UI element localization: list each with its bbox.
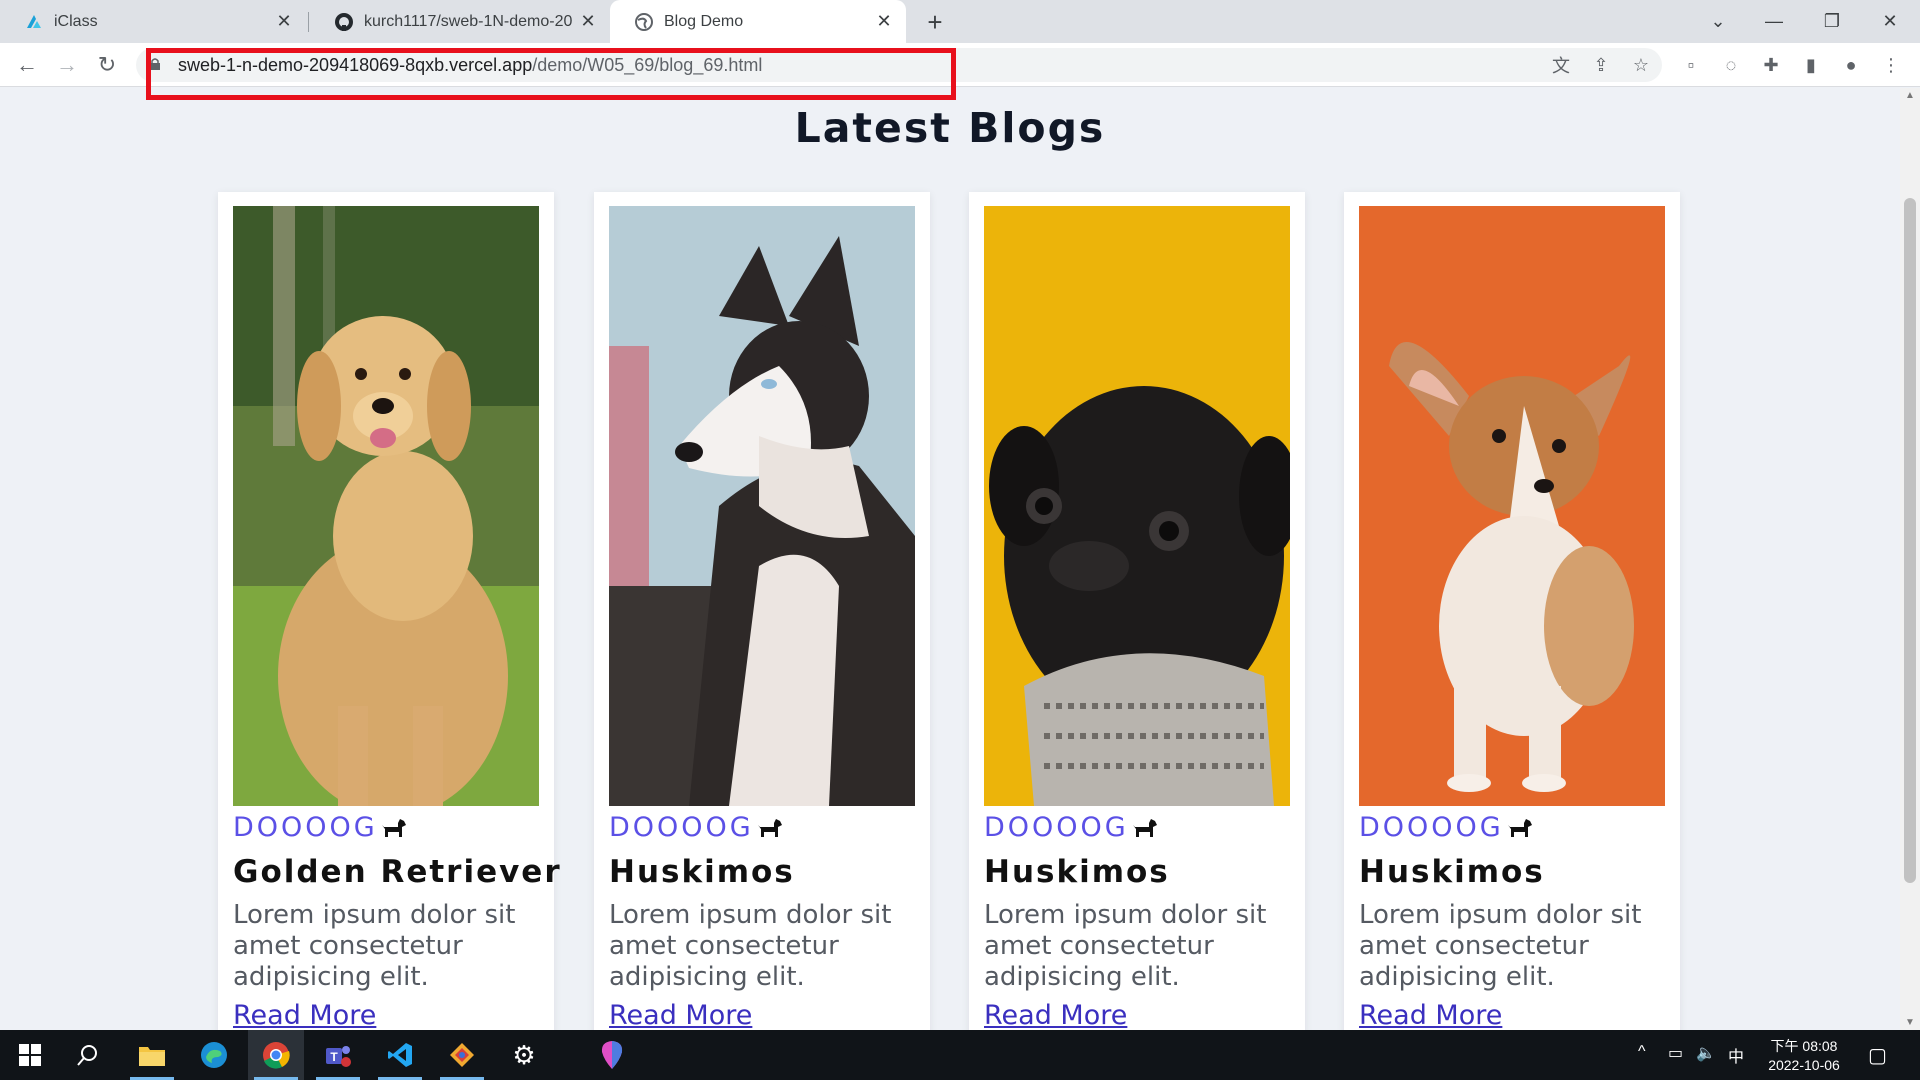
git-button[interactable] [434,1030,490,1080]
card-description: Lorem ipsum dolor sit amet consectetur a… [233,900,516,992]
blog-card: DOOOOG Huskimos Lorem ipsum dolor sit am… [1344,192,1680,1030]
tab-title: Blog Demo [664,12,744,30]
edge-icon [201,1042,227,1068]
extension-badge-icon[interactable]: ◌ [1716,50,1746,80]
back-button[interactable]: ← [12,50,42,80]
tab-search-icon[interactable]: ⌄ [1690,0,1746,43]
chevron-up-icon[interactable]: ^ [1638,1043,1646,1061]
svg-text:T: T [330,1050,338,1064]
blog-card: DOOOOG Huskimos Lorem ipsum dolor sit am… [969,192,1305,1030]
dog-icon [1132,818,1157,837]
dog-icon [1507,818,1532,837]
read-more-link[interactable]: Read More [609,1000,752,1030]
tab-iclass[interactable]: iClass ✕ [0,0,306,43]
minimize-button[interactable]: — [1746,0,1802,43]
scrollbar-thumb[interactable] [1904,198,1916,883]
tab-strip: iClass ✕ kurch1117/sweb-1N-demo-20 ✕ Blo… [0,0,1920,43]
network-icon[interactable]: ▭ [1668,1043,1683,1063]
card-tag-text: DOOOOG [233,812,378,843]
blog-card: DOOOOG Golden Retriever Lorem ipsum dolo… [218,192,560,1030]
card-tag: DOOOOG [233,812,408,843]
web-page: Latest Blogs DOOOOG Golden Retriever Lor… [0,88,1900,1030]
card-title: Huskimos [984,854,1170,890]
card-title: Huskimos [1359,854,1545,890]
dog-icon [757,818,782,837]
ime-indicator[interactable]: 中 [1728,1043,1744,1067]
read-more-link[interactable]: Read More [233,1000,376,1030]
git-diamond-icon [450,1043,474,1067]
card-title: Golden Retriever [233,854,562,890]
read-more-link[interactable]: Read More [1359,1000,1502,1030]
clock-date[interactable]: 2022-10-06 [1756,1057,1852,1073]
start-button[interactable] [2,1030,58,1080]
new-tab-button[interactable]: + [920,7,950,37]
card-tag-text: DOOOOG [984,812,1129,843]
maps-button[interactable] [584,1030,640,1080]
card-tag-text: DOOOOG [609,812,754,843]
tab-github[interactable]: kurch1117/sweb-1N-demo-20 ✕ [310,0,610,43]
iclass-icon [27,14,41,28]
card-description: Lorem ipsum dolor sit amet consectetur a… [984,900,1267,992]
close-icon[interactable]: ✕ [874,11,894,32]
card-tag: DOOOOG [984,812,1159,843]
golden-retriever-photo [233,206,539,806]
translate-icon[interactable]: 文 [1546,50,1576,80]
map-pin-icon [601,1041,623,1069]
vscode-icon [388,1043,412,1067]
teams-icon: T [326,1046,351,1067]
search-icon [77,1045,97,1066]
bookmark-star-icon[interactable]: ☆ [1626,50,1656,80]
close-window-button[interactable]: ✕ [1862,0,1918,43]
chrome-icon [263,1042,290,1069]
tab-blog-demo[interactable]: Blog Demo ✕ [610,0,906,43]
page-title: Latest Blogs [794,104,1106,152]
folder-icon [139,1047,165,1066]
scroll-up-icon[interactable]: ▲ [1905,90,1915,101]
forward-button[interactable]: → [52,50,82,80]
tab-title: iClass [54,12,98,30]
close-icon[interactable]: ✕ [578,11,598,32]
card-tag: DOOOOG [609,812,784,843]
scroll-down-icon[interactable]: ▼ [1905,1017,1915,1028]
reload-button[interactable]: ↻ [92,50,122,80]
husky-photo [609,206,915,806]
github-icon [335,12,353,31]
read-more-link[interactable]: Read More [984,1000,1127,1030]
blog-card: DOOOOG Huskimos Lorem ipsum dolor sit am… [594,192,930,1030]
extension-icon[interactable]: ▫ [1676,50,1706,80]
chrome-button[interactable] [248,1030,304,1080]
pug-photo [984,206,1290,806]
notification-icon[interactable]: ▢ [1868,1043,1887,1068]
url-highlight-box [146,48,956,100]
file-explorer-button[interactable] [124,1030,180,1080]
share-icon[interactable]: ⇪ [1586,50,1616,80]
side-panel-icon[interactable]: ▮ [1796,50,1826,80]
clock-time[interactable]: 下午 08:08 [1756,1036,1852,1056]
gear-icon: ⚙ [512,1039,536,1070]
close-icon[interactable]: ✕ [274,11,294,32]
card-description: Lorem ipsum dolor sit amet consectetur a… [609,900,892,992]
card-title: Huskimos [609,854,795,890]
corgi-puppy-photo [1359,206,1665,806]
vscode-button[interactable] [372,1030,428,1080]
card-tag-text: DOOOOG [1359,812,1504,843]
menu-kebab-icon[interactable]: ⋮ [1876,50,1906,80]
volume-icon[interactable]: 🔈 [1696,1043,1716,1063]
edge-button[interactable] [186,1030,242,1080]
puzzle-icon[interactable]: ✚ [1756,50,1786,80]
teams-button[interactable]: T [310,1030,366,1080]
card-description: Lorem ipsum dolor sit amet consectetur a… [1359,900,1642,992]
search-button[interactable] [60,1030,116,1080]
windows-taskbar: T ⚙ ^ ▭ 🔈 中 下午 08:08 2022-10-06 ▢ [0,1030,1920,1080]
card-tag: DOOOOG [1359,812,1534,843]
restore-button[interactable]: ❐ [1804,0,1860,43]
tab-title: kurch1117/sweb-1N-demo-20 [364,12,573,30]
windows-logo-icon [19,1044,41,1066]
globe-icon [635,12,653,31]
settings-button[interactable]: ⚙ [496,1030,552,1080]
dog-icon [381,818,406,837]
page-scrollbar[interactable]: ▲ ▼ [1900,88,1920,1030]
profile-avatar-icon[interactable]: ● [1836,50,1866,80]
